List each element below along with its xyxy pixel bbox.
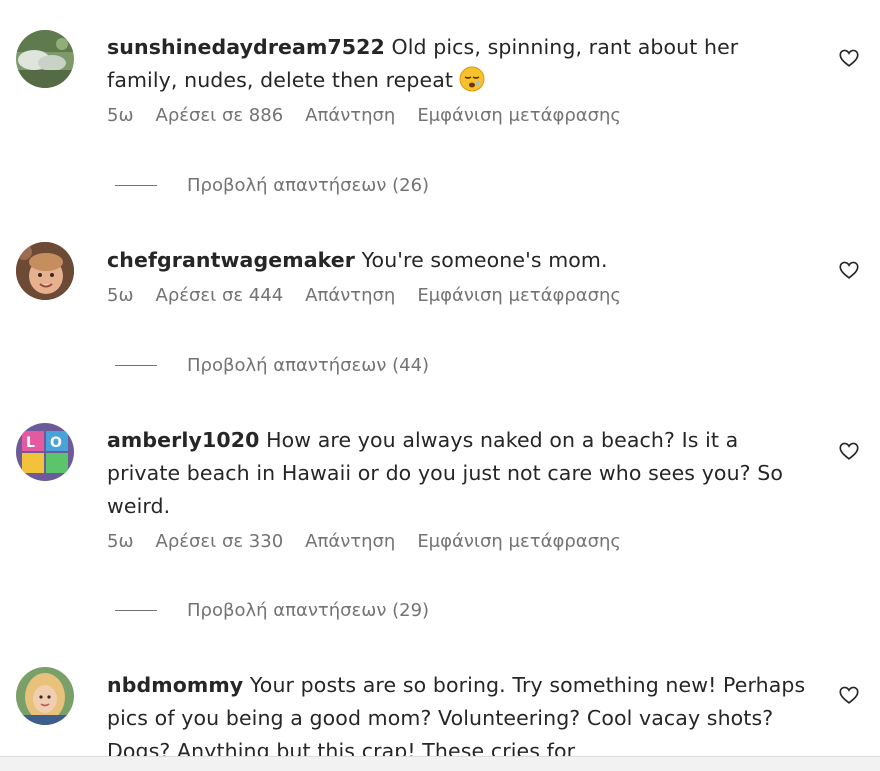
- comment-meta: 5ω Αρέσει σε 886 Απάντηση Εμφάνιση μετάφ…: [107, 105, 807, 126]
- like-heart-icon[interactable]: [838, 440, 860, 462]
- avatar-image: [16, 242, 74, 300]
- comment-time: 5ω: [107, 105, 134, 126]
- replies-divider-line: [115, 610, 157, 611]
- comment-body: nbdmommy Your posts are so boring. Try s…: [107, 669, 807, 756]
- comments-list: sunshinedaydream7522 Old pics, spinning,…: [0, 0, 880, 756]
- svg-text:O: O: [50, 435, 62, 451]
- avatar-image: L O: [16, 423, 74, 481]
- avatar[interactable]: L O: [16, 423, 74, 481]
- view-replies-button[interactable]: Προβολή απαντήσεων (29): [115, 600, 429, 621]
- view-replies-label: Προβολή απαντήσεων (26): [187, 175, 430, 196]
- comment-username[interactable]: chefgrantwagemaker: [107, 248, 355, 272]
- comment-body: sunshinedaydream7522 Old pics, spinning,…: [107, 31, 807, 126]
- reply-button[interactable]: Απάντηση: [305, 531, 395, 552]
- like-heart-icon[interactable]: [838, 259, 860, 281]
- like-heart-icon[interactable]: [838, 47, 860, 69]
- view-replies-label: Προβολή απαντήσεων (29): [187, 600, 430, 621]
- view-replies-button[interactable]: Προβολή απαντήσεων (44): [115, 355, 429, 376]
- comment-text-block: chefgrantwagemaker You're someone's mom.: [107, 244, 807, 277]
- replies-divider-line: [115, 185, 157, 186]
- comment-username[interactable]: nbdmommy: [107, 673, 243, 697]
- view-replies-button[interactable]: Προβολή απαντήσεων (26): [115, 175, 429, 196]
- avatar[interactable]: [16, 30, 74, 88]
- likes-count[interactable]: Αρέσει σε 330: [156, 531, 284, 552]
- comment-text: You're someone's mom.: [361, 248, 608, 272]
- comment-meta: 5ω Αρέσει σε 330 Απάντηση Εμφάνιση μετάφ…: [107, 531, 807, 552]
- comment-username[interactable]: sunshinedaydream7522: [107, 35, 385, 59]
- show-translation-button[interactable]: Εμφάνιση μετάφρασης: [417, 285, 621, 306]
- replies-divider-line: [115, 365, 157, 366]
- svg-text:L: L: [26, 435, 35, 451]
- sleepy-face-emoji-icon: [459, 66, 485, 92]
- avatar[interactable]: [16, 242, 74, 300]
- comment-meta: 5ω Αρέσει σε 444 Απάντηση Εμφάνιση μετάφ…: [107, 285, 807, 306]
- bottom-scroll-bar: [0, 756, 880, 771]
- likes-count[interactable]: Αρέσει σε 886: [156, 105, 284, 126]
- comment-body: amberly1020 How are you always naked on …: [107, 424, 807, 552]
- show-translation-button[interactable]: Εμφάνιση μετάφρασης: [417, 531, 621, 552]
- likes-count[interactable]: Αρέσει σε 444: [156, 285, 284, 306]
- comment-time: 5ω: [107, 285, 134, 306]
- view-replies-label: Προβολή απαντήσεων (44): [187, 355, 430, 376]
- comment-text-block: nbdmommy Your posts are so boring. Try s…: [107, 669, 807, 756]
- reply-button[interactable]: Απάντηση: [305, 285, 395, 306]
- avatar-image: [16, 667, 74, 725]
- comment-body: chefgrantwagemaker You're someone's mom.…: [107, 244, 807, 306]
- avatar[interactable]: [16, 667, 74, 725]
- comment-time: 5ω: [107, 531, 134, 552]
- comment-text-block: sunshinedaydream7522 Old pics, spinning,…: [107, 31, 807, 97]
- avatar-image: [16, 30, 74, 88]
- show-translation-button[interactable]: Εμφάνιση μετάφρασης: [417, 105, 621, 126]
- comment-text-block: amberly1020 How are you always naked on …: [107, 424, 807, 523]
- comment-username[interactable]: amberly1020: [107, 428, 259, 452]
- like-heart-icon[interactable]: [838, 684, 860, 706]
- reply-button[interactable]: Απάντηση: [305, 105, 395, 126]
